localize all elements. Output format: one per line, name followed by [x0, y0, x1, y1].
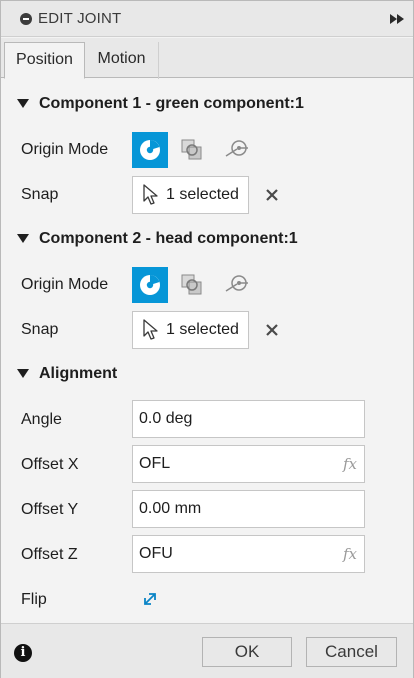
close-icon[interactable]: [264, 322, 280, 338]
component-2-snap-label: Snap: [21, 321, 59, 338]
offset-z-value: OFU: [139, 545, 173, 562]
fast-forward-icon[interactable]: [390, 14, 404, 24]
collapse-triangle-icon: [17, 234, 29, 243]
between-planes-icon[interactable]: [178, 271, 206, 299]
tab-position[interactable]: Position: [4, 42, 85, 79]
offset-z-input[interactable]: OFU fx: [132, 535, 365, 573]
two-edge-intersection-icon[interactable]: [223, 271, 251, 299]
offset-y-input[interactable]: 0.00 mm: [132, 490, 365, 528]
component-1-title: Component 1 - green component:1: [39, 95, 304, 112]
component-1-section-header[interactable]: Component 1 - green component:1: [1, 88, 413, 120]
offset-y-value: 0.00 mm: [139, 500, 202, 517]
offset-x-value: OFL: [139, 455, 171, 472]
angle-label: Angle: [21, 411, 62, 428]
dialog-title: EDIT JOINT: [38, 10, 122, 27]
offset-z-label: Offset Z: [21, 546, 78, 563]
component-1-origin-simple-button[interactable]: [132, 132, 168, 168]
title-bar: EDIT JOINT: [1, 1, 413, 37]
alignment-title: Alignment: [39, 365, 118, 382]
offset-y-label: Offset Y: [21, 501, 79, 518]
minus-circle-icon[interactable]: [20, 13, 32, 25]
offset-x-input[interactable]: OFL fx: [132, 445, 365, 483]
info-icon[interactable]: i: [14, 644, 32, 662]
component-2-section-header[interactable]: Component 2 - head component:1: [1, 223, 413, 255]
origin-simple-icon: [140, 140, 160, 160]
component-1-origin-mode-label: Origin Mode: [21, 141, 109, 158]
function-icon: fx: [342, 455, 357, 473]
between-planes-icon[interactable]: [178, 136, 206, 164]
tab-bar: Position Motion: [1, 38, 413, 79]
cursor-arrow-icon: [143, 184, 158, 205]
origin-simple-icon: [140, 275, 160, 295]
ok-button[interactable]: OK: [202, 637, 292, 667]
component-2-origin-mode-label: Origin Mode: [21, 276, 109, 293]
flip-label: Flip: [21, 591, 47, 608]
collapse-triangle-icon: [17, 369, 29, 378]
component-1-snap-value: 1 selected: [166, 186, 239, 203]
collapse-triangle-icon: [17, 99, 29, 108]
component-2-origin-simple-button[interactable]: [132, 267, 168, 303]
flip-arrows-icon[interactable]: [140, 589, 160, 609]
component-1-snap-selection[interactable]: 1 selected: [132, 176, 249, 214]
edit-joint-dialog: EDIT JOINT Position Motion Component 1 -…: [0, 0, 414, 678]
component-1-snap-label: Snap: [21, 186, 59, 203]
component-2-title: Component 2 - head component:1: [39, 230, 298, 247]
cancel-button[interactable]: Cancel: [306, 637, 397, 667]
tab-motion[interactable]: Motion: [85, 42, 159, 79]
component-2-snap-value: 1 selected: [166, 321, 239, 338]
two-edge-intersection-icon[interactable]: [223, 136, 251, 164]
alignment-section-header[interactable]: Alignment: [1, 358, 413, 390]
component-2-snap-selection[interactable]: 1 selected: [132, 311, 249, 349]
angle-value: 0.0 deg: [139, 410, 193, 427]
angle-input[interactable]: 0.0 deg: [132, 400, 365, 438]
offset-x-label: Offset X: [21, 456, 79, 473]
close-icon[interactable]: [264, 187, 280, 203]
dialog-footer: i OK Cancel: [1, 623, 413, 678]
cursor-arrow-icon: [143, 319, 158, 340]
function-icon: fx: [342, 545, 357, 563]
